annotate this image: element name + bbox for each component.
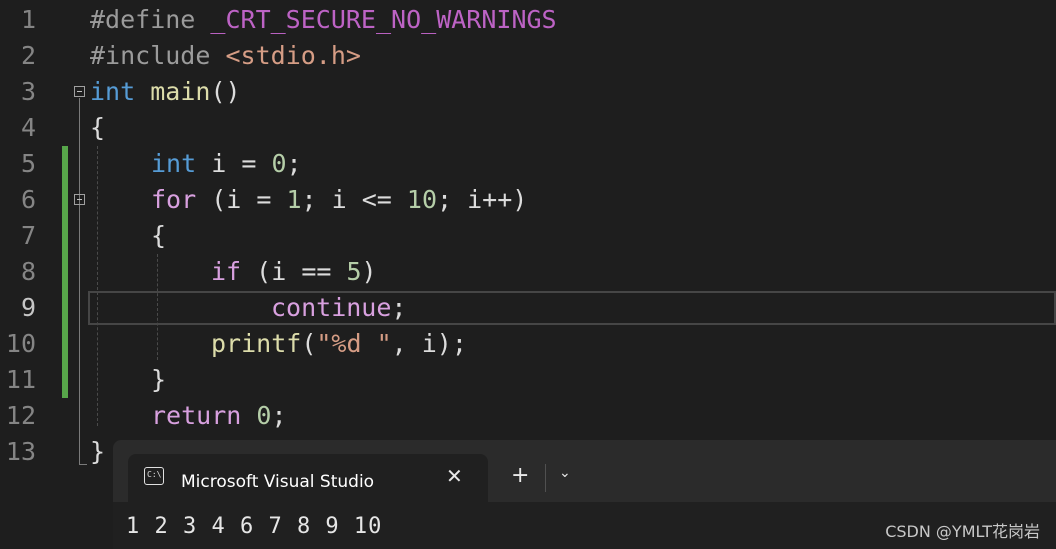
line-number: 13 — [5, 437, 36, 466]
number-literal: 0 — [271, 149, 287, 178]
console-tab-title: Microsoft Visual Studio 调试控制台 — [181, 472, 375, 492]
code-text: i = — [211, 149, 272, 178]
close-icon[interactable]: ✕ — [446, 464, 463, 488]
code-line-11[interactable]: } — [151, 362, 166, 398]
chevron-down-icon[interactable]: ⌄ — [559, 465, 571, 481]
type-keyword: int — [90, 77, 136, 106]
function-name: main — [150, 77, 211, 106]
brace: { — [151, 221, 167, 250]
line-number: 4 — [20, 113, 36, 142]
string-literal: "%d " — [316, 329, 392, 358]
brace: } — [151, 365, 167, 394]
line-number: 11 — [5, 365, 36, 394]
fold-line-end — [79, 464, 87, 465]
line-number: 8 — [20, 257, 36, 286]
code-line-9[interactable]: continue; — [271, 290, 406, 326]
code-text: , i); — [391, 329, 467, 358]
console-output: 1 2 3 4 6 7 8 9 10 — [126, 514, 383, 539]
collapse-for-icon[interactable] — [74, 194, 85, 205]
number-literal: 0 — [256, 401, 272, 430]
number-literal: 10 — [406, 185, 438, 214]
code-text: ; i++) — [437, 185, 528, 214]
brace: { — [90, 113, 106, 142]
code-line-5[interactable]: int i = 0; — [151, 146, 302, 182]
code-line-4[interactable]: { — [90, 110, 105, 146]
code-text: ; — [286, 149, 302, 178]
line-number: 7 — [20, 221, 36, 250]
line-number: 5 — [20, 149, 36, 178]
tab-separator — [545, 464, 546, 492]
code-text: (i == — [256, 257, 347, 286]
preprocessor-directive: #include — [90, 41, 211, 70]
console-tab[interactable]: C:\ Microsoft Visual Studio 调试控制台 ✕ — [128, 454, 488, 502]
collapse-main-icon[interactable] — [74, 86, 85, 97]
code-line-1[interactable]: #define _CRT_SECURE_NO_WARNINGS — [90, 2, 557, 38]
function-call: printf — [211, 329, 302, 358]
line-number: 2 — [20, 41, 36, 70]
terminal-icon: C:\ — [144, 467, 164, 485]
control-keyword: for — [151, 185, 197, 214]
code-line-3[interactable]: int main() — [90, 74, 241, 110]
code-text: ; i <= — [301, 185, 407, 214]
number-literal: 1 — [286, 185, 302, 214]
control-keyword: if — [211, 257, 242, 286]
code-line-10[interactable]: printf("%d ", i); — [211, 326, 467, 362]
control-keyword: continue — [271, 293, 392, 322]
include-header: <stdio.h> — [225, 41, 361, 70]
change-indicator-bar — [62, 146, 68, 398]
parens: () — [210, 77, 241, 106]
code-text: ; — [391, 293, 407, 322]
watermark: CSDN @YMLT花岗岩 — [885, 522, 1040, 541]
code-line-13[interactable]: } — [90, 434, 105, 470]
code-line-8[interactable]: if (i == 5) — [211, 254, 377, 290]
code-text: ( — [301, 329, 317, 358]
code-line-2[interactable]: #include <stdio.h> — [90, 38, 361, 74]
line-number: 12 — [5, 401, 36, 430]
line-number-active: 9 — [20, 293, 36, 322]
control-keyword: return — [151, 401, 242, 430]
macro-name: _CRT_SECURE_NO_WARNINGS — [210, 5, 557, 34]
code-text: ) — [361, 257, 377, 286]
number-literal: 5 — [346, 257, 362, 286]
current-line-highlight — [88, 291, 1056, 325]
brace: } — [90, 437, 106, 466]
fold-line — [79, 98, 80, 464]
code-line-7[interactable]: { — [151, 218, 166, 254]
line-number: 6 — [20, 185, 36, 214]
indent-guide — [97, 146, 98, 426]
new-tab-button[interactable]: + — [511, 462, 529, 490]
code-line-12[interactable]: return 0; — [151, 398, 287, 434]
console-tab-bar: C:\ Microsoft Visual Studio 调试控制台 ✕ + ⌄ — [113, 440, 1056, 502]
type-keyword: int — [151, 149, 197, 178]
code-text: ; — [271, 401, 287, 430]
line-number: 10 — [5, 329, 36, 358]
line-number: 1 — [20, 5, 36, 34]
code-line-6[interactable]: for (i = 1; i <= 10; i++) — [151, 182, 527, 218]
preprocessor-directive: #define — [90, 5, 196, 34]
code-text: (i = — [211, 185, 287, 214]
line-number: 3 — [20, 77, 36, 106]
